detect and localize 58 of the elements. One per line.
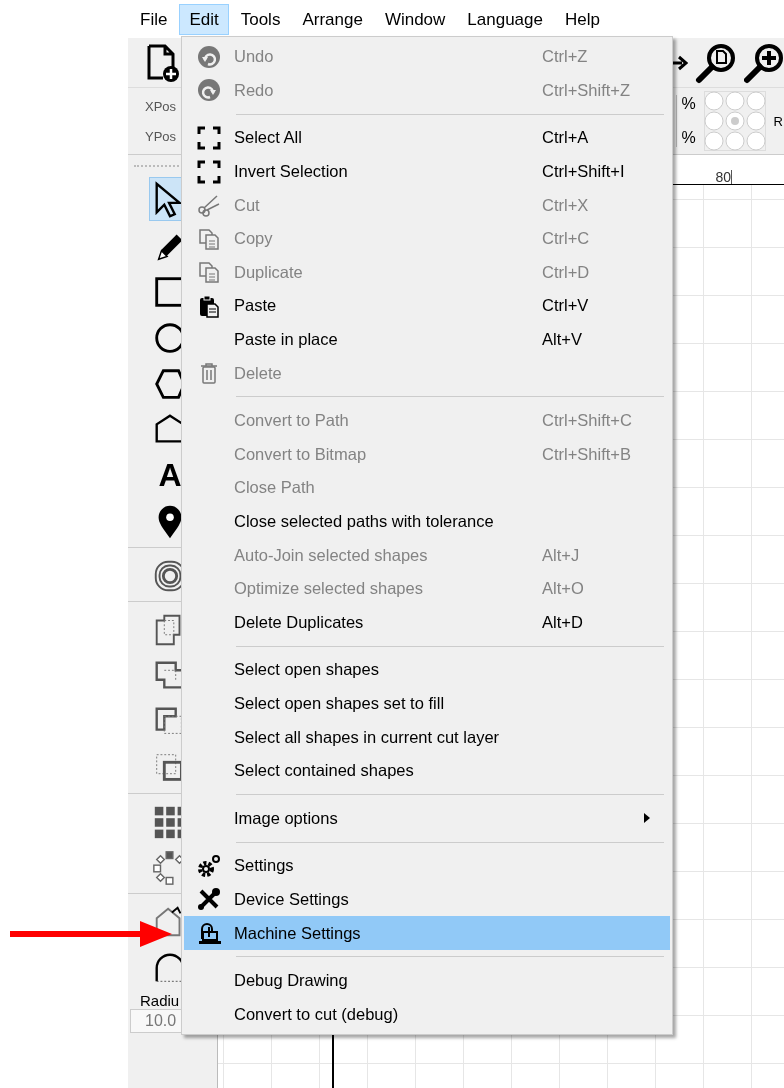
selection-icon [197, 126, 221, 150]
shortcut-label: Ctrl+X [542, 195, 589, 215]
submenu-arrow-icon [644, 813, 650, 824]
menu-item[interactable]: Select open shapes set to fill [184, 686, 670, 721]
radius-label: Radiu [140, 992, 180, 1009]
menu-item[interactable]: Device Settings [184, 882, 670, 917]
undo-icon [197, 44, 221, 69]
shortcut-label: Alt+V [542, 330, 582, 350]
menu-item[interactable]: Close selected paths with tolerance [184, 504, 670, 539]
shortcut-label: Ctrl+A [542, 128, 589, 148]
menu-title[interactable]: Window [374, 3, 456, 35]
menu-title[interactable]: Arrange [292, 3, 373, 35]
shortcut-label: Ctrl+Shift+B [542, 444, 631, 464]
shortcut-label: Ctrl+Shift+C [542, 411, 632, 431]
field-label: YPos [145, 128, 177, 144]
shortcut-label: Ctrl+V [542, 296, 589, 316]
shortcut-label: Ctrl+Z [542, 47, 588, 67]
menu-item[interactable]: Invert Selection Ctrl+Shift+I [184, 154, 670, 189]
shortcut-label: Ctrl+D [542, 262, 590, 282]
menu-item[interactable]: Debug Drawing [184, 963, 670, 998]
menu-title[interactable]: Help [555, 3, 610, 35]
field-label: XPos [145, 98, 177, 114]
shortcut-label: Ctrl+Shift+Z [542, 80, 631, 100]
menu-item[interactable]: Paste Ctrl+V [184, 289, 670, 323]
scissors-icon [197, 193, 221, 218]
machine-icon [197, 921, 221, 946]
menu-title[interactable]: Edit [179, 3, 229, 35]
gears-icon [197, 853, 221, 878]
unit-label: % [681, 129, 696, 147]
menu-item[interactable]: Delete Duplicates Alt+D [184, 605, 670, 640]
shortcut-label: Alt+J [542, 545, 580, 565]
menu-title[interactable]: File [130, 3, 178, 35]
menu-item[interactable]: Select All Ctrl+A [184, 121, 670, 155]
zoom-in-icon [744, 41, 784, 84]
shortcut-label: Alt+D [542, 612, 583, 632]
copy-icon [197, 260, 221, 285]
ruler-label: 80 [715, 170, 732, 184]
menu-item[interactable]: Paste in place Alt+V [184, 322, 670, 357]
menu-title[interactable]: Language [457, 3, 553, 35]
menu-item[interactable]: Machine Settings [184, 916, 670, 950]
clipboard-icon [197, 293, 221, 318]
shortcut-label: Ctrl+C [542, 229, 590, 249]
shortcut-label: Ctrl+Shift+I [542, 162, 625, 182]
menu-item[interactable]: Select contained shapes [184, 753, 670, 788]
menu-item[interactable]: Select open shapes [184, 653, 670, 687]
menu-title[interactable]: Tools [230, 3, 291, 35]
wrench-screwdriver-icon [197, 887, 221, 912]
new-file-icon [146, 42, 180, 83]
field-label: R [773, 113, 783, 129]
menu-item[interactable]: Settings [184, 849, 670, 883]
unit-label: % [681, 95, 696, 113]
shortcut-label: Alt+O [542, 579, 584, 599]
menu-item[interactable]: Image options [184, 801, 670, 836]
zoom-page-icon [694, 41, 738, 84]
menu-item[interactable]: Select all shapes in current cut layer [184, 720, 670, 754]
copy-icon [197, 226, 221, 251]
selection-icon [197, 159, 221, 184]
redo-icon [197, 78, 221, 103]
